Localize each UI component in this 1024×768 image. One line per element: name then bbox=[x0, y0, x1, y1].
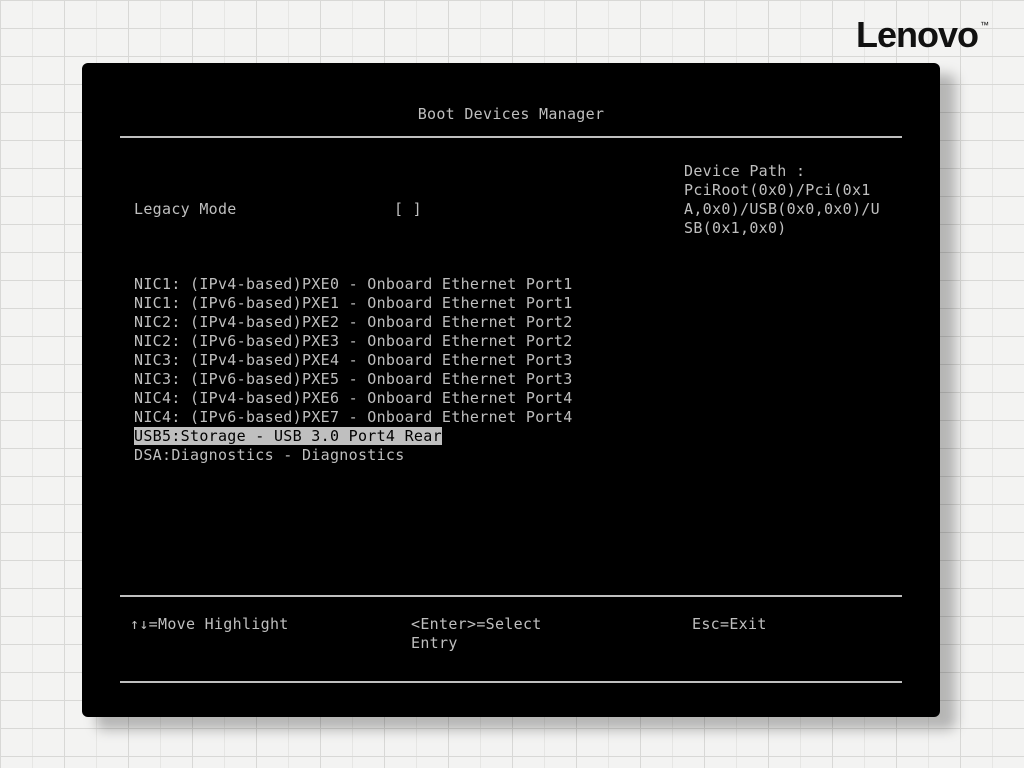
boot-device-label: NIC1: (IPv6-based)PXE1 - Onboard Etherne… bbox=[134, 294, 573, 312]
hint-exit: Esc=Exit bbox=[592, 615, 892, 653]
legacy-mode-value: [ ] bbox=[394, 200, 422, 219]
bios-screen: Boot Devices Manager Legacy Mode [ ] NIC… bbox=[102, 75, 920, 705]
device-path-label: Device Path : bbox=[684, 162, 888, 181]
boot-device-list: NIC1: (IPv4-based)PXE0 - Onboard Etherne… bbox=[134, 275, 614, 465]
boot-device-label: DSA:Diagnostics - Diagnostics bbox=[134, 446, 405, 464]
footer-divider-bottom bbox=[120, 681, 902, 683]
boot-device-label: NIC1: (IPv4-based)PXE0 - Onboard Etherne… bbox=[134, 275, 573, 293]
legacy-mode-row[interactable]: Legacy Mode [ ] bbox=[134, 200, 614, 219]
boot-device-item[interactable]: NIC4: (IPv6-based)PXE7 - Onboard Etherne… bbox=[134, 408, 614, 427]
boot-device-item[interactable]: NIC2: (IPv6-based)PXE3 - Onboard Etherne… bbox=[134, 332, 614, 351]
content-area: Legacy Mode [ ] NIC1: (IPv4-based)PXE0 -… bbox=[102, 138, 920, 503]
boot-device-item[interactable]: NIC1: (IPv6-based)PXE1 - Onboard Etherne… bbox=[134, 294, 614, 313]
boot-device-item[interactable]: NIC4: (IPv4-based)PXE6 - Onboard Etherne… bbox=[134, 389, 614, 408]
boot-device-label: USB5:Storage - USB 3.0 Port4 Rear bbox=[134, 427, 442, 445]
boot-device-label: NIC3: (IPv6-based)PXE5 - Onboard Etherne… bbox=[134, 370, 573, 388]
brand-text: Lenovo bbox=[856, 14, 978, 55]
hint-move: ↑↓=Move Highlight bbox=[130, 615, 311, 653]
legacy-mode-label: Legacy Mode bbox=[134, 200, 394, 219]
page-title: Boot Devices Manager bbox=[418, 105, 605, 123]
boot-device-label: NIC2: (IPv6-based)PXE3 - Onboard Etherne… bbox=[134, 332, 573, 350]
bios-window: Boot Devices Manager Legacy Mode [ ] NIC… bbox=[82, 63, 940, 717]
footer-divider-top bbox=[120, 595, 902, 597]
brand-logo: Lenovo™ bbox=[856, 14, 988, 56]
boot-device-item[interactable]: NIC2: (IPv4-based)PXE2 - Onboard Etherne… bbox=[134, 313, 614, 332]
boot-device-item[interactable]: NIC3: (IPv6-based)PXE5 - Onboard Etherne… bbox=[134, 370, 614, 389]
device-detail-panel: Device Path : PciRoot(0x0)/Pci(0x1A,0x0)… bbox=[654, 162, 888, 503]
footer-area: ↑↓=Move Highlight <Enter>=Select Entry E… bbox=[102, 585, 920, 693]
boot-device-label: NIC4: (IPv4-based)PXE6 - Onboard Etherne… bbox=[134, 389, 573, 407]
boot-device-item[interactable]: NIC3: (IPv4-based)PXE4 - Onboard Etherne… bbox=[134, 351, 614, 370]
device-list-column: Legacy Mode [ ] NIC1: (IPv4-based)PXE0 -… bbox=[134, 162, 614, 503]
key-hints: ↑↓=Move Highlight <Enter>=Select Entry E… bbox=[102, 607, 920, 671]
trademark-icon: ™ bbox=[980, 20, 988, 30]
boot-device-label: NIC2: (IPv4-based)PXE2 - Onboard Etherne… bbox=[134, 313, 573, 331]
boot-device-item[interactable]: NIC1: (IPv4-based)PXE0 - Onboard Etherne… bbox=[134, 275, 614, 294]
boot-device-item[interactable]: DSA:Diagnostics - Diagnostics bbox=[134, 446, 614, 465]
device-path-value: PciRoot(0x0)/Pci(0x1A,0x0)/USB(0x0,0x0)/… bbox=[684, 181, 888, 238]
hint-select: <Enter>=Select Entry bbox=[311, 615, 592, 653]
boot-device-label: NIC3: (IPv4-based)PXE4 - Onboard Etherne… bbox=[134, 351, 573, 369]
boot-device-item[interactable]: USB5:Storage - USB 3.0 Port4 Rear bbox=[134, 427, 614, 446]
boot-device-label: NIC4: (IPv6-based)PXE7 - Onboard Etherne… bbox=[134, 408, 573, 426]
